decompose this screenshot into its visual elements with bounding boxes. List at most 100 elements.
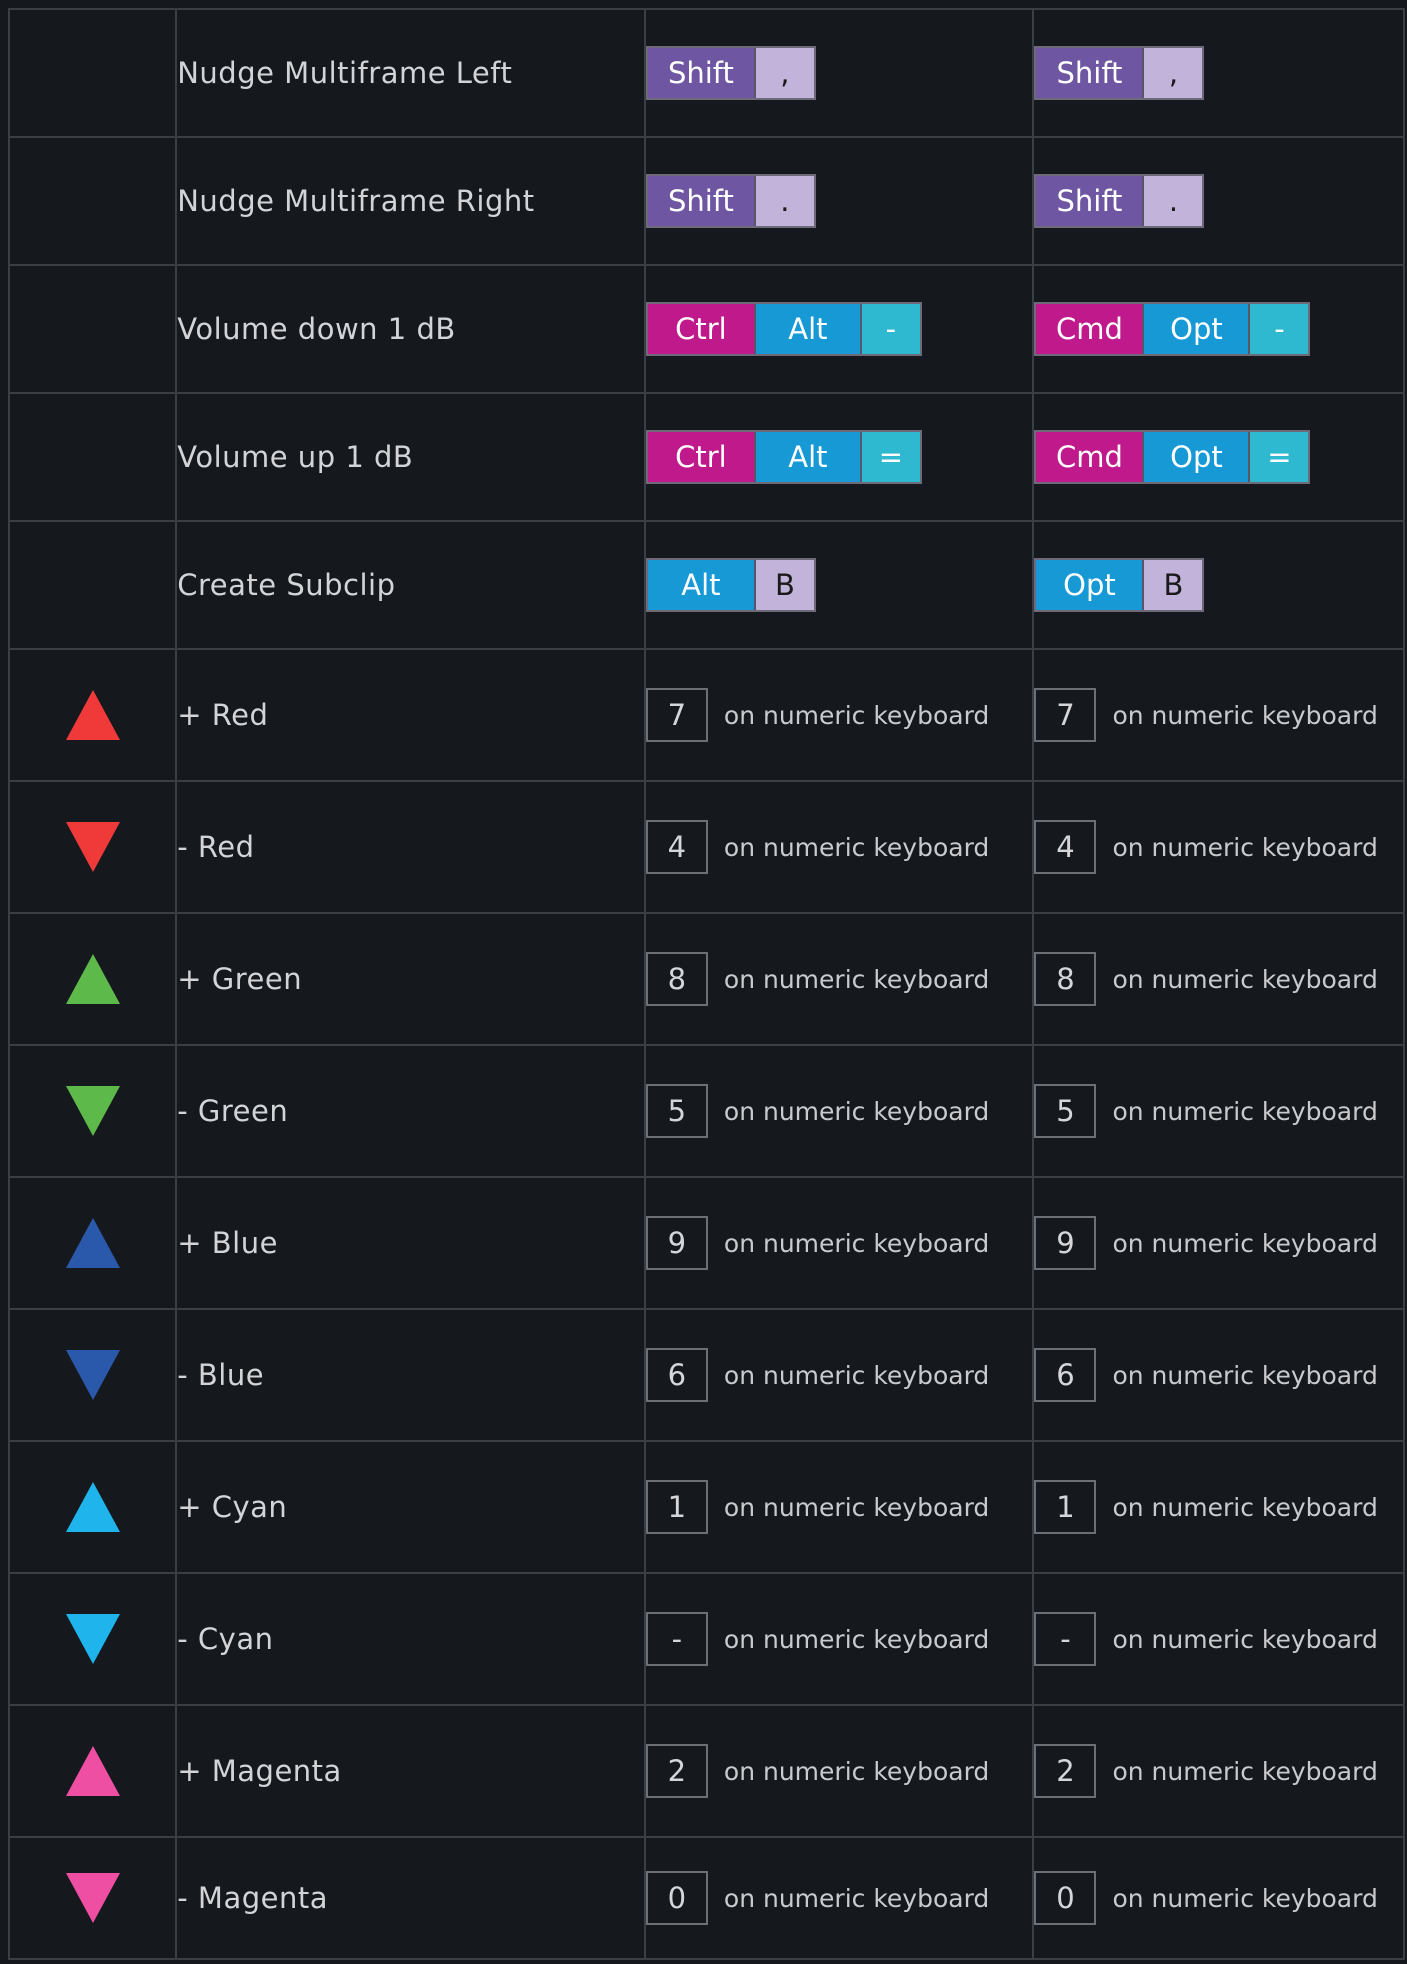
mac-numpad-cell: 5 on numeric keyboard [1032,1044,1405,1178]
windows-numpad-cell: 1 on numeric keyboard [643,1440,1035,1574]
color-adjust-name: - Red [175,780,646,914]
numpad-key: 4 [645,820,708,874]
color-adjust-name: - Blue [175,1308,646,1442]
mac-keys-cell: Cmd Opt = [1032,392,1405,522]
key-cap: Opt [1036,560,1143,610]
windows-numpad-cell: - on numeric keyboard [643,1572,1035,1706]
icon-cell-empty [7,392,178,522]
numpad-hint: on numeric keyboard [1112,1228,1378,1258]
numpad-hint: on numeric keyboard [723,1096,990,1126]
shortcuts-table: Nudge Multiframe Left Shift, Shift, Nudge M… [7,8,1405,1960]
key-cap: Alt [753,304,860,354]
color-adjust-name: - Green [175,1044,646,1178]
numpad-key: 4 [1034,820,1097,874]
windows-key-combo: Ctrl Alt = [645,430,922,484]
windows-numpad-cell: 6 on numeric keyboard [643,1308,1035,1442]
numpad-hint: on numeric keyboard [1112,964,1378,994]
icon-cell [7,780,178,914]
shortcut-row: Create Subclip Alt B Opt B [7,520,1405,650]
key-cap: . [1142,176,1203,226]
cyan-triangle-down-icon [65,1614,120,1664]
mac-keys-cell: Cmd Opt - [1032,264,1405,394]
color-adjust-name: + Cyan [175,1440,646,1574]
icon-cell [7,648,178,782]
windows-key-combo: Shift, [645,46,816,100]
key-cap: Cmd [1036,304,1143,354]
windows-numpad-cell: 4 on numeric keyboard [643,780,1035,914]
numpad-hint: on numeric keyboard [723,1624,990,1654]
color-adjust-name: + Green [175,912,646,1046]
color-row: - Green 5 on numeric keyboard 5 on numeric k… [7,1044,1405,1178]
key-cap: - [859,304,920,354]
key-cap: Shift [1036,176,1143,226]
windows-keys-cell: Ctrl Alt = [643,392,1035,522]
windows-numpad-cell: 7 on numeric keyboard [643,648,1035,782]
numpad-hint: on numeric keyboard [1112,1756,1378,1786]
key-cap: Alt [647,560,754,610]
key-cap: B [753,560,814,610]
icon-cell [7,1704,178,1838]
numpad-key: 5 [1034,1084,1097,1138]
mac-numpad-cell: - on numeric keyboard [1032,1572,1405,1706]
shortcut-row: Volume up 1 dB Ctrl Alt = Cmd Opt = [7,392,1405,522]
icon-cell-empty [7,264,178,394]
red-triangle-down-icon [65,822,120,872]
blue-triangle-up-icon [65,1218,120,1268]
numpad-hint: on numeric keyboard [723,1228,990,1258]
icon-cell [7,1836,178,1960]
shortcuts-table-body: Nudge Multiframe Left Shift, Shift, Nudge M… [7,8,1405,1960]
numpad-hint: on numeric keyboard [723,832,990,862]
windows-keys-cell: Shift, [643,8,1035,138]
numpad-key: 1 [1034,1480,1097,1534]
mac-numpad-cell: 1 on numeric keyboard [1032,1440,1405,1574]
numpad-key: 9 [1034,1216,1097,1270]
mac-key-combo: Opt B [1034,558,1205,612]
shortcut-row: Nudge Multiframe Right Shift. Shift. [7,136,1405,266]
numpad-key: 8 [645,952,708,1006]
numpad-key: 2 [1034,1744,1097,1798]
mac-keys-cell: Opt B [1032,520,1405,650]
numpad-hint: on numeric keyboard [723,964,990,994]
icon-cell [7,912,178,1046]
numpad-key: 1 [645,1480,708,1534]
numpad-hint: on numeric keyboard [723,1756,990,1786]
key-cap: - [1248,304,1309,354]
key-cap: Shift [647,48,754,98]
numpad-key: 8 [1034,952,1097,1006]
mac-numpad-cell: 8 on numeric keyboard [1032,912,1405,1046]
numpad-hint: on numeric keyboard [723,1492,990,1522]
numpad-key: 6 [1034,1348,1097,1402]
blue-triangle-down-icon [65,1350,120,1400]
numpad-hint: on numeric keyboard [1112,1624,1378,1654]
color-row: + Cyan 1 on numeric keyboard 1 on numeric ke… [7,1440,1405,1574]
windows-keys-cell: Alt B [643,520,1035,650]
numpad-hint: on numeric keyboard [1112,700,1378,730]
shortcut-name: Nudge Multiframe Right [175,136,646,266]
numpad-key: 7 [1034,688,1097,742]
key-cap: = [1248,432,1309,482]
color-row: + Blue 9 on numeric keyboard 9 on numeric ke… [7,1176,1405,1310]
icon-cell-empty [7,520,178,650]
shortcut-name: Volume down 1 dB [175,264,646,394]
key-cap: = [859,432,920,482]
numpad-hint: on numeric keyboard [1112,1492,1378,1522]
key-cap: Opt [1142,304,1249,354]
mac-numpad-cell: 7 on numeric keyboard [1032,648,1405,782]
icon-cell [7,1308,178,1442]
key-cap: Shift [1036,48,1143,98]
numpad-key: - [645,1612,708,1666]
windows-numpad-cell: 2 on numeric keyboard [643,1704,1035,1838]
numpad-hint: on numeric keyboard [1112,1883,1378,1913]
shortcut-name: Nudge Multiframe Left [175,8,646,138]
windows-key-combo: Ctrl Alt - [645,302,922,356]
numpad-key: 0 [1034,1871,1097,1925]
key-cap: Alt [753,432,860,482]
green-triangle-up-icon [65,954,120,1004]
color-row: + Magenta 2 on numeric keyboard 2 on numeric… [7,1704,1405,1838]
icon-cell-empty [7,8,178,138]
cyan-triangle-up-icon [65,1482,120,1532]
numpad-hint: on numeric keyboard [1112,832,1378,862]
red-triangle-up-icon [65,690,120,740]
windows-numpad-cell: 9 on numeric keyboard [643,1176,1035,1310]
color-row: - Cyan - on numeric keyboard - on numeric ke… [7,1572,1405,1706]
